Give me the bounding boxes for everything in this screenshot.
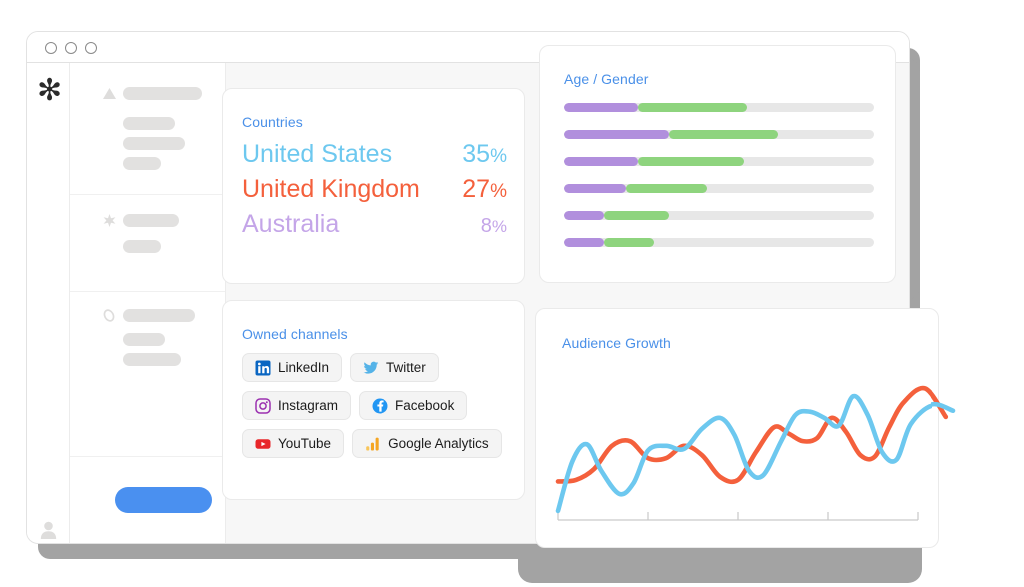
bar-segment-female	[638, 157, 744, 166]
nav-placeholder-bar[interactable]	[123, 137, 185, 150]
sidebar-group-2	[70, 195, 225, 292]
country-percent: 27%	[462, 175, 507, 203]
age-gender-bar-list	[564, 103, 874, 247]
channel-chip-label: Instagram	[278, 398, 339, 413]
age-gender-bar-row	[564, 238, 874, 247]
country-percent: 8%	[480, 215, 507, 237]
country-name: United States	[242, 140, 393, 168]
country-name: Australia	[242, 210, 340, 238]
country-row[interactable]: United Kingdom 27%	[242, 175, 507, 204]
channel-chip-facebook[interactable]: Facebook	[359, 391, 468, 420]
illustration-stage: ✻ Countries United States 35% United Kin…	[0, 0, 1024, 587]
bar-segment-male	[564, 130, 670, 139]
age-gender-bar-row	[564, 157, 874, 166]
age-gender-bar-row	[564, 211, 874, 220]
nav-placeholder-bar[interactable]	[123, 157, 161, 170]
sidebar-group-4	[70, 457, 225, 542]
bar-segment-male	[564, 157, 639, 166]
close-window-button[interactable]	[45, 42, 57, 54]
nav-placeholder-bar[interactable]	[123, 214, 179, 227]
bar-segment-male	[564, 238, 605, 247]
leaf-icon	[103, 309, 115, 322]
age-gender-bar-row	[564, 103, 874, 112]
bar-segment-male	[564, 184, 626, 193]
bar-segment-female	[669, 130, 778, 139]
channel-chip-label: Google Analytics	[388, 436, 489, 451]
bar-segment-female	[638, 103, 747, 112]
owned-channels-card: Owned channels LinkedIn Twitter Instagra…	[222, 300, 525, 500]
countries-card-title: Countries	[242, 114, 303, 130]
channel-chip-label: Twitter	[386, 360, 426, 375]
channel-chip-label: YouTube	[278, 436, 332, 451]
nav-placeholder-bar[interactable]	[123, 333, 165, 346]
countries-list: United States 35% United Kingdom 27% Aus…	[242, 140, 507, 245]
minimize-window-button[interactable]	[65, 42, 77, 54]
channel-chip-instagram[interactable]: Instagram	[242, 391, 352, 420]
bar-segment-male	[564, 211, 605, 220]
google-analytics-icon	[366, 437, 379, 450]
country-row[interactable]: Australia 8%	[242, 210, 507, 239]
instagram-icon	[255, 397, 271, 414]
audience-growth-chart	[555, 385, 932, 521]
twitter-icon	[363, 361, 379, 374]
maximize-window-button[interactable]	[85, 42, 97, 54]
nav-placeholder-bar[interactable]	[123, 240, 161, 253]
nav-placeholder-bar[interactable]	[123, 309, 195, 322]
channel-chip-google-analytics[interactable]: Google Analytics	[352, 429, 502, 458]
bar-segment-male	[564, 103, 639, 112]
countries-card: Countries United States 35% United Kingd…	[222, 88, 525, 284]
nav-placeholder-bar[interactable]	[123, 353, 181, 366]
country-percent: 35%	[462, 140, 507, 168]
channel-chip-label: LinkedIn	[278, 360, 330, 375]
linkedin-icon	[255, 360, 271, 375]
owned-channels-card-title: Owned channels	[242, 326, 348, 342]
sidebar-group-1	[70, 63, 225, 195]
chart-line-series-b	[555, 385, 932, 485]
channel-chip-youtube[interactable]: YouTube	[242, 429, 345, 458]
facebook-icon	[372, 398, 388, 413]
country-name: United Kingdom	[242, 175, 420, 203]
age-gender-card-title: Age / Gender	[564, 71, 649, 87]
bar-segment-female	[604, 211, 670, 220]
audience-growth-card: Audience Growth	[535, 308, 939, 548]
age-gender-bar-row	[564, 184, 874, 193]
channel-chip-label: Facebook	[395, 398, 455, 413]
channel-chip-linkedin[interactable]: LinkedIn	[242, 353, 343, 382]
app-icon-rail: ✻	[27, 63, 70, 543]
bar-segment-female	[626, 184, 707, 193]
sidebar-nav	[70, 63, 226, 543]
star-icon	[103, 214, 116, 227]
channel-chip-grid: LinkedIn Twitter Instagram Facebook YouT…	[242, 353, 512, 458]
channel-chip-twitter[interactable]: Twitter	[350, 353, 439, 382]
country-row[interactable]: United States 35%	[242, 140, 507, 169]
asterisk-logo-icon: ✻	[37, 74, 63, 107]
chart-x-axis	[557, 512, 919, 521]
sidebar-group-3	[70, 292, 225, 457]
triangle-icon	[103, 88, 116, 99]
nav-placeholder-bar[interactable]	[123, 117, 175, 130]
user-avatar-icon[interactable]	[40, 521, 57, 539]
youtube-icon	[255, 438, 271, 449]
age-gender-card: Age / Gender	[539, 45, 896, 283]
age-gender-bar-row	[564, 130, 874, 139]
nav-placeholder-bar[interactable]	[123, 87, 202, 100]
bar-segment-female	[604, 238, 654, 247]
sidebar-primary-button[interactable]	[115, 487, 212, 513]
